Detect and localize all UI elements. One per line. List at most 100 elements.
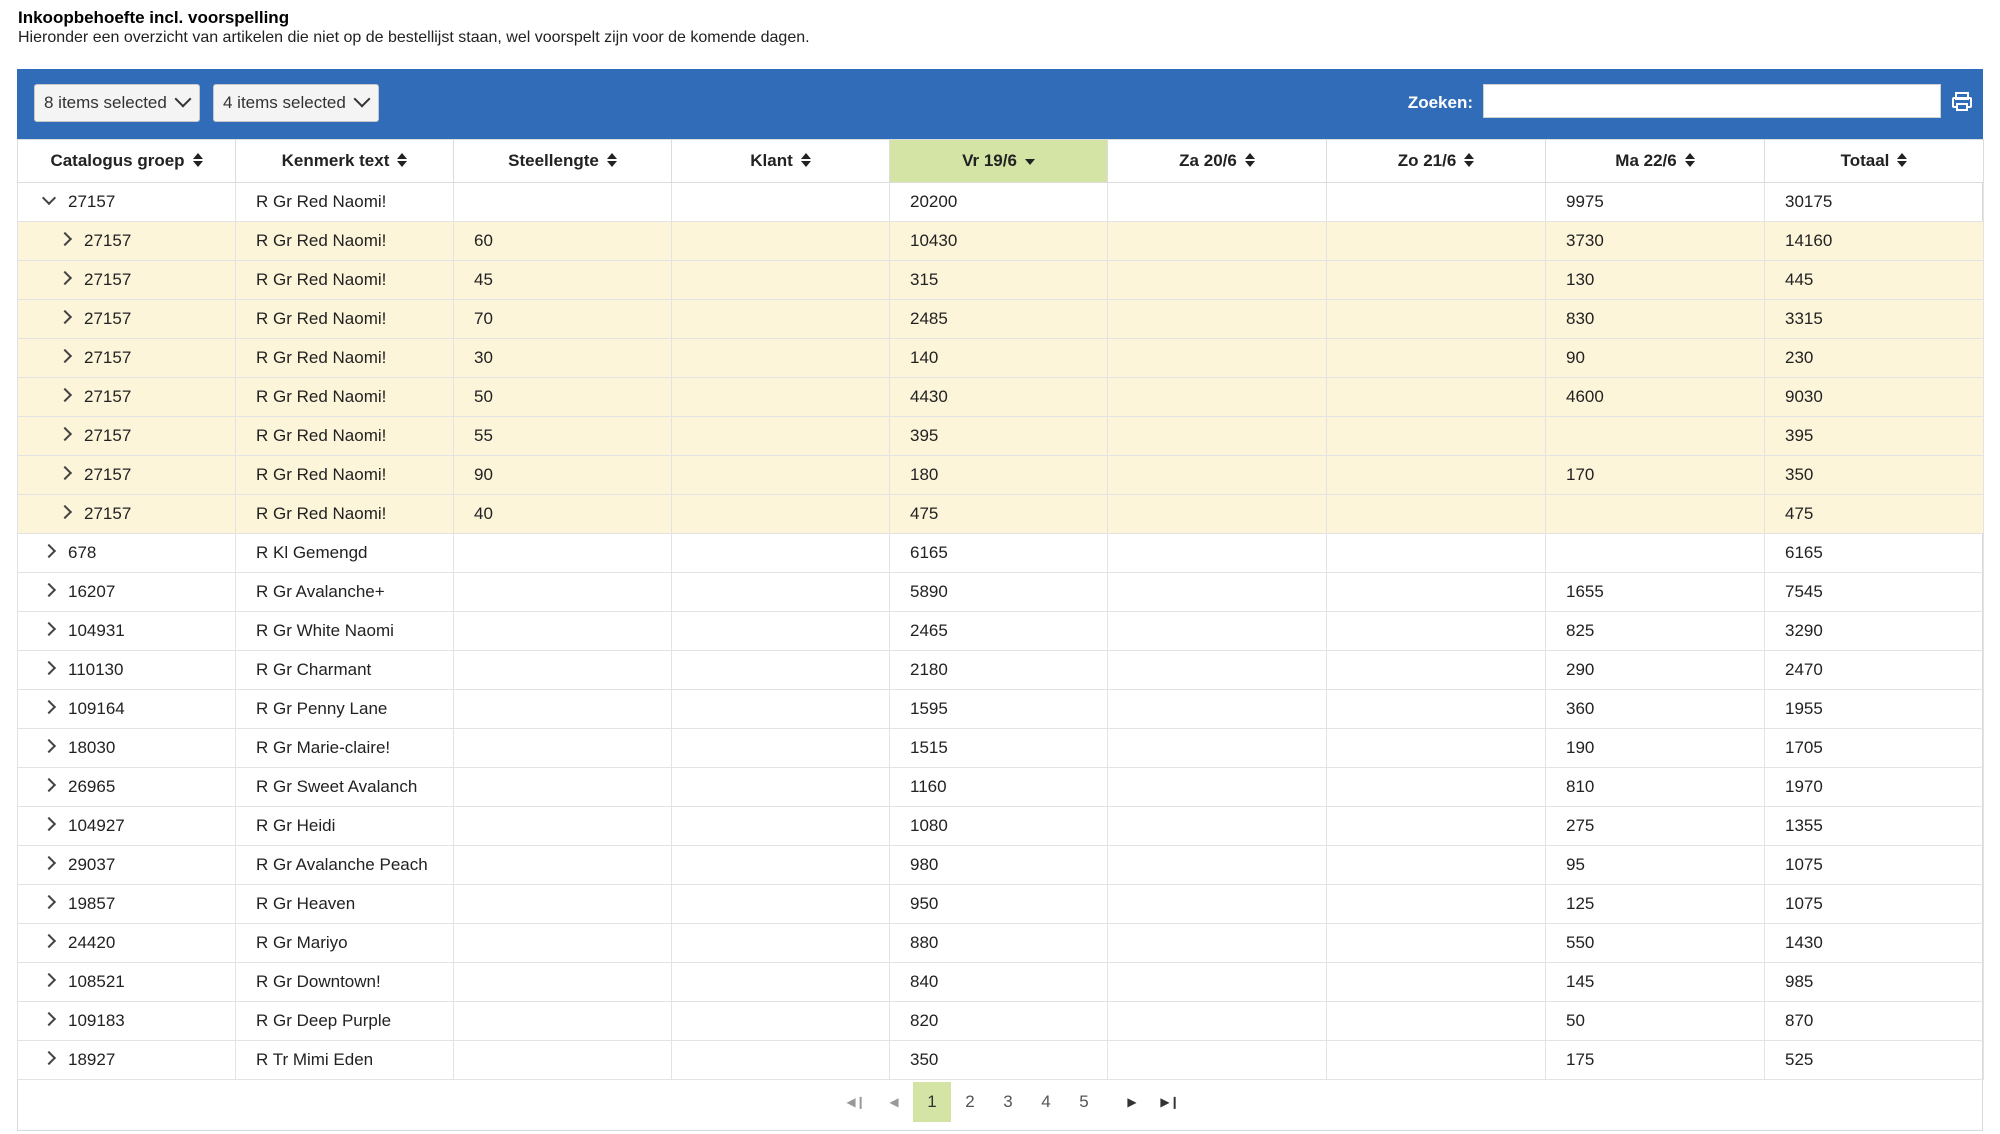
cell-ma-22-6: 130 <box>1545 260 1765 300</box>
chevron-right-icon[interactable] <box>41 816 57 832</box>
chevron-right-icon[interactable] <box>57 348 73 364</box>
cell-value: 29037 <box>68 855 116 874</box>
chevron-right-icon[interactable] <box>57 426 73 442</box>
page-subtitle: Hieronder een overzicht van artikelen di… <box>18 29 810 46</box>
chevron-right-icon[interactable] <box>57 309 73 325</box>
table-row[interactable]: 108521 R Gr Downtown! 840 145 985 <box>17 962 1984 1002</box>
table-row[interactable]: 24420 R Gr Mariyo 880 550 1430 <box>17 923 1984 963</box>
chevron-right-icon[interactable] <box>41 777 57 793</box>
child-row[interactable]: 27157 R Gr Red Naomi! 50 4430 4600 9030 <box>17 377 1984 417</box>
cell-catalogus-groep: 27157 <box>17 182 236 222</box>
table-row[interactable]: 110130 R Gr Charmant 2180 290 2470 <box>17 650 1984 690</box>
chevron-right-icon[interactable] <box>41 933 57 949</box>
column-header-3[interactable]: Klant <box>671 139 890 183</box>
column-header-4[interactable]: Vr 19/6 <box>889 139 1108 183</box>
chevron-right-icon[interactable] <box>57 465 73 481</box>
chevron-right-icon[interactable] <box>41 855 57 871</box>
column-filter-dropdown-2[interactable]: 4 items selected <box>213 84 379 122</box>
table-row[interactable]: 19857 R Gr Heaven 950 125 1075 <box>17 884 1984 924</box>
table-row[interactable]: 109183 R Gr Deep Purple 820 50 870 <box>17 1001 1984 1041</box>
column-header-1[interactable]: Kenmerk text <box>235 139 454 183</box>
cell-kenmerk-text: R Gr Charmant <box>235 650 454 690</box>
column-header-6[interactable]: Zo 21/6 <box>1326 139 1546 183</box>
chevron-right-icon[interactable] <box>57 387 73 403</box>
chevron-right-icon[interactable] <box>41 1011 57 1027</box>
cell-vr-19-6: 980 <box>889 845 1108 885</box>
chevron-right-icon[interactable] <box>57 231 73 247</box>
print-button[interactable] <box>1947 86 1977 116</box>
child-row[interactable]: 27157 R Gr Red Naomi! 30 140 90 230 <box>17 338 1984 378</box>
child-row[interactable]: 27157 R Gr Red Naomi! 55 395 395 <box>17 416 1984 456</box>
chevron-right-icon[interactable] <box>41 894 57 910</box>
chevron-right-icon[interactable] <box>57 504 73 520</box>
cell-za-20-6 <box>1107 1001 1327 1041</box>
last-page-button[interactable]: ▶❙ <box>1151 1082 1189 1122</box>
column-header-label: Kenmerk text <box>281 151 390 170</box>
cell-klant <box>671 377 890 417</box>
table-row[interactable]: 678 R Kl Gemengd 6165 6165 <box>17 533 1984 573</box>
cell-ma-22-6: 4600 <box>1545 377 1765 417</box>
child-row[interactable]: 27157 R Gr Red Naomi! 70 2485 830 3315 <box>17 299 1984 339</box>
column-header-label: Totaal <box>1840 151 1890 170</box>
cell-value: 104927 <box>68 816 125 835</box>
table-row[interactable]: 18927 R Tr Mimi Eden 350 175 525 <box>17 1040 1984 1080</box>
column-header-5[interactable]: Za 20/6 <box>1107 139 1327 183</box>
cell-klant <box>671 338 890 378</box>
table-row[interactable]: 16207 R Gr Avalanche+ 5890 1655 7545 <box>17 572 1984 612</box>
page-title: Inkoopbehoefte incl. voorspelling <box>18 8 290 27</box>
cell-za-20-6 <box>1107 299 1327 339</box>
table-row[interactable]: 27157 R Gr Red Naomi! 20200 9975 30175 <box>17 182 1984 222</box>
page-button-2[interactable]: 2 <box>951 1082 989 1122</box>
chevron-right-icon[interactable] <box>41 543 57 559</box>
chevron-right-icon[interactable] <box>41 1050 57 1066</box>
table-row[interactable]: 104927 R Gr Heidi 1080 275 1355 <box>17 806 1984 846</box>
child-row[interactable]: 27157 R Gr Red Naomi! 90 180 170 350 <box>17 455 1984 495</box>
chevron-right-icon[interactable] <box>41 699 57 715</box>
column-filter-dropdown-1[interactable]: 8 items selected <box>34 84 200 122</box>
child-row[interactable]: 27157 R Gr Red Naomi! 40 475 475 <box>17 494 1984 534</box>
cell-value: 175 <box>1566 1050 1595 1069</box>
cell-vr-19-6: 880 <box>889 923 1108 963</box>
table-row[interactable]: 104931 R Gr White Naomi 2465 825 3290 <box>17 611 1984 651</box>
cell-value: 24420 <box>68 933 116 952</box>
cell-steellengte: 70 <box>453 299 672 339</box>
column-header-2[interactable]: Steellengte <box>453 139 672 183</box>
cell-zo-21-6 <box>1326 494 1546 534</box>
column-header-8[interactable]: Totaal <box>1764 139 1984 183</box>
cell-catalogus-groep: 27157 <box>17 377 236 417</box>
cell-ma-22-6: 830 <box>1545 299 1765 339</box>
child-row[interactable]: 27157 R Gr Red Naomi! 60 10430 3730 14160 <box>17 221 1984 261</box>
page-button-1[interactable]: 1 <box>913 1082 951 1122</box>
table-row[interactable]: 18030 R Gr Marie-claire! 1515 190 1705 <box>17 728 1984 768</box>
page-button-5[interactable]: 5 <box>1065 1082 1103 1122</box>
page-button-4[interactable]: 4 <box>1027 1082 1065 1122</box>
chevron-right-icon[interactable] <box>41 738 57 754</box>
table-row[interactable]: 29037 R Gr Avalanche Peach 980 95 1075 <box>17 845 1984 885</box>
next-page-button[interactable]: ▶ <box>1113 1082 1151 1122</box>
column-header-label: Zo 21/6 <box>1397 151 1457 170</box>
search-input[interactable] <box>1483 84 1941 118</box>
cell-value: 40 <box>474 504 493 523</box>
table-row[interactable]: 109164 R Gr Penny Lane 1595 360 1955 <box>17 689 1984 729</box>
chevron-right-icon[interactable] <box>57 270 73 286</box>
table-row[interactable]: 26965 R Gr Sweet Avalanch 1160 810 1970 <box>17 767 1984 807</box>
prev-page-button[interactable]: ◀ <box>875 1082 913 1122</box>
first-page-button[interactable]: ◀❙ <box>837 1082 875 1122</box>
cell-kenmerk-text: R Gr Mariyo <box>235 923 454 963</box>
chevron-right-icon[interactable] <box>41 582 57 598</box>
column-header-0[interactable]: Catalogus groep <box>17 139 236 183</box>
chevron-right-icon[interactable] <box>41 621 57 637</box>
cell-kenmerk-text: R Gr Red Naomi! <box>235 494 454 534</box>
page-button-3[interactable]: 3 <box>989 1082 1027 1122</box>
cell-steellengte <box>453 182 672 222</box>
cell-kenmerk-text: R Gr Heidi <box>235 806 454 846</box>
chevron-right-icon[interactable] <box>41 660 57 676</box>
cell-ma-22-6: 550 <box>1545 923 1765 963</box>
column-header-7[interactable]: Ma 22/6 <box>1545 139 1765 183</box>
chevron-right-icon[interactable] <box>41 972 57 988</box>
child-row[interactable]: 27157 R Gr Red Naomi! 45 315 130 445 <box>17 260 1984 300</box>
chevron-down-icon[interactable] <box>41 190 57 206</box>
cell-value: 950 <box>910 894 939 913</box>
cell-value: 1160 <box>910 777 947 796</box>
cell-klant <box>671 416 890 456</box>
